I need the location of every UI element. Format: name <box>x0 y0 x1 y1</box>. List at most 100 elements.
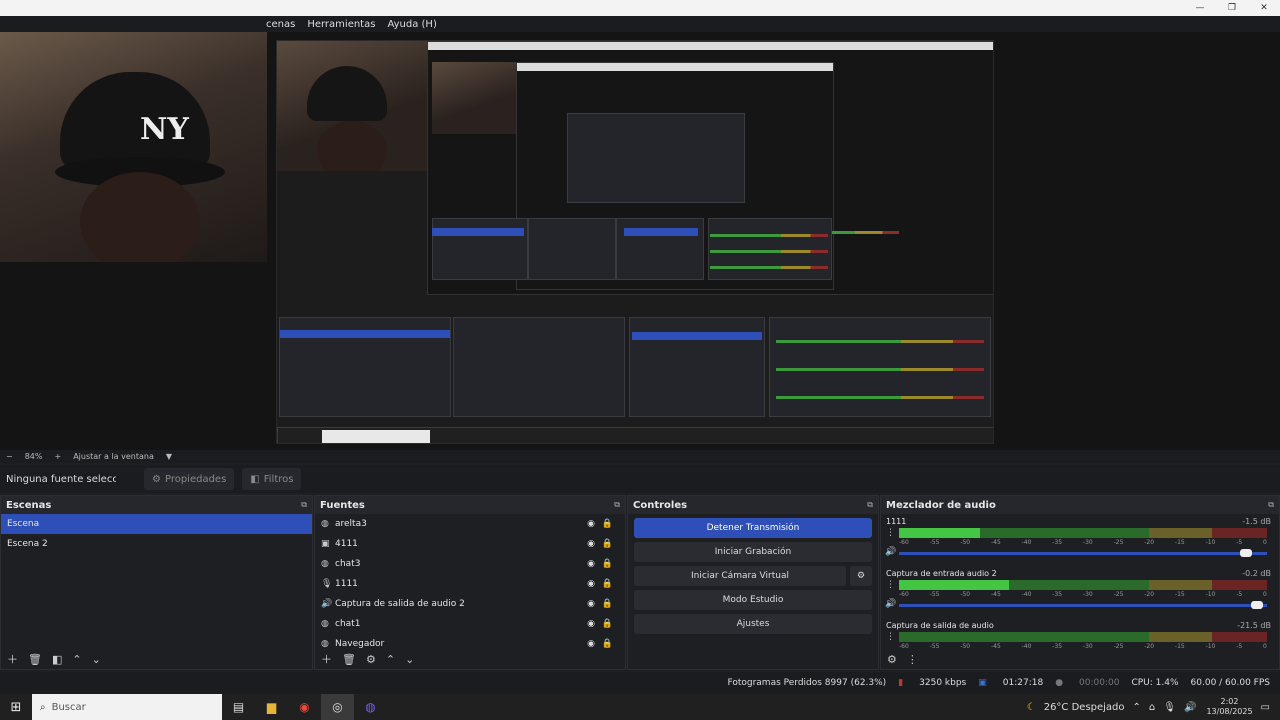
volume-slider[interactable] <box>899 601 1267 609</box>
source-item[interactable]: ▣ 4111 ◉ 🔒 <box>315 534 625 554</box>
chevron-down-icon[interactable]: ⌄ <box>405 653 414 666</box>
eye-icon[interactable]: ◉ <box>587 639 595 649</box>
volume-slider[interactable] <box>899 549 1267 557</box>
windows-start-icon[interactable]: ⊞ <box>0 700 32 715</box>
zoom-out-button[interactable]: − <box>6 452 13 461</box>
mixer-tick: -45 <box>990 591 1001 598</box>
volume-knob[interactable] <box>1251 601 1264 609</box>
eye-icon[interactable]: ◉ <box>587 599 595 609</box>
dropped-frames: Fotogramas Perdidos 8997 (62.3%) <box>727 678 887 688</box>
eye-icon[interactable]: ◉ <box>587 539 595 549</box>
filters-button[interactable]: ◧ Filtros <box>242 468 302 490</box>
trash-icon[interactable]: 🗑 <box>342 653 356 666</box>
eye-icon[interactable]: ◉ <box>587 579 595 589</box>
undock-icon[interactable]: ⧉ <box>614 500 620 510</box>
chrome-icon[interactable]: ◉ <box>288 694 321 720</box>
clock[interactable]: 2:02 13/08/2025 <box>1206 697 1252 717</box>
close-button[interactable]: ✕ <box>1248 0 1280 16</box>
source-item[interactable]: ◍ Navegador ◉ 🔒 <box>315 634 625 649</box>
properties-button[interactable]: ⚙ Propiedades <box>144 468 235 490</box>
menu-help[interactable]: Ayuda (H) <box>387 19 436 30</box>
gear-icon[interactable]: ⚙ <box>366 653 376 666</box>
volume-knob[interactable] <box>1240 549 1253 557</box>
undock-icon[interactable]: ⧉ <box>1268 500 1274 510</box>
scene-item-2[interactable]: Escena 2 <box>1 534 312 554</box>
more-icon[interactable]: ⋮ <box>907 653 918 666</box>
source-item[interactable]: ◍ chat3 ◉ 🔒 <box>315 554 625 574</box>
studio-mode-button[interactable]: Modo Estudio <box>634 590 872 610</box>
speaker-icon[interactable]: 🔊 <box>1184 702 1196 713</box>
virtual-cam-settings-button[interactable]: ⚙ <box>850 566 872 586</box>
lock-icon[interactable]: 🔒 <box>602 599 613 609</box>
mixer-channel: 1111 -1.5 dB ⋮ -60 -55 -50 -45 -40 -35 -30 -25 -20-… <box>881 514 1279 566</box>
more-icon[interactable]: ⋮ <box>886 632 895 642</box>
zoom-bar: − 84% + Ajustar a la ventana ▼ <box>0 450 1280 463</box>
mixer-tick: -35 <box>1052 591 1063 598</box>
controls-dock: Controles ⧉ Detener Transmisión Iniciar … <box>627 495 879 670</box>
trash-icon[interactable]: 🗑 <box>28 653 42 666</box>
file-explorer-icon[interactable]: ▆ <box>255 694 288 720</box>
more-icon[interactable]: ⋮ <box>886 528 895 538</box>
source-item[interactable]: ◍ arelta3 ◉ 🔒 <box>315 514 625 534</box>
source-item[interactable]: 🔊 Captura de salida de audio 2 ◉ 🔒 <box>315 594 625 614</box>
eye-icon[interactable]: ◉ <box>587 559 595 569</box>
source-label: Captura de salida de audio 2 <box>335 599 465 609</box>
notification-icon[interactable]: ▭ <box>1261 702 1270 713</box>
fit-window-label[interactable]: Ajustar a la ventana <box>73 452 154 461</box>
add-icon[interactable]: ＋ <box>7 651 18 667</box>
lock-icon[interactable]: 🔒 <box>602 559 613 569</box>
obs-icon[interactable]: ◎ <box>321 694 354 720</box>
chevron-down-icon[interactable]: ⌄ <box>92 653 101 666</box>
start-virtual-cam-button[interactable]: Iniciar Cámara Virtual <box>634 566 846 586</box>
filter-icon[interactable]: ◧ <box>52 653 62 666</box>
maximize-button[interactable]: ❐ <box>1216 0 1248 16</box>
chevron-up-icon[interactable]: ⌃ <box>1133 702 1141 713</box>
start-recording-button[interactable]: Iniciar Grabación <box>634 542 872 562</box>
sources-list: ◍ arelta3 ◉ 🔒 ▣ 4111 ◉ 🔒 ◍ chat3 ◉ 🔒 🎙 1111 ◉ 🔒 🔊 Captura… <box>315 514 625 649</box>
undock-icon[interactable]: ⧉ <box>301 500 307 510</box>
preview-area[interactable]: NY <box>0 32 1280 450</box>
gear-icon[interactable]: ⚙ <box>887 653 897 666</box>
scene-item-1[interactable]: Escena <box>1 514 312 534</box>
lock-icon[interactable]: 🔒 <box>602 519 613 529</box>
chevron-down-icon[interactable]: ▼ <box>166 452 172 461</box>
zoom-in-button[interactable]: + <box>54 452 61 461</box>
source-item[interactable]: 🎙 1111 ◉ 🔒 <box>315 574 625 594</box>
chevron-up-icon[interactable]: ⌃ <box>386 653 395 666</box>
lock-icon[interactable]: 🔒 <box>602 539 613 549</box>
mixer-tick: -5 <box>1236 539 1243 546</box>
minimize-button[interactable]: — <box>1184 0 1216 16</box>
task-view-icon[interactable]: ▤ <box>222 694 255 720</box>
menu-scenes[interactable]: cenas <box>266 19 295 30</box>
eye-icon[interactable]: ◉ <box>587 619 595 629</box>
speaker-icon[interactable]: 🔊 <box>885 547 896 557</box>
nested-controls <box>629 317 765 417</box>
undock-icon[interactable]: ⧉ <box>867 500 873 510</box>
level-meter <box>899 632 1267 642</box>
lock-icon[interactable]: 🔒 <box>602 639 613 649</box>
add-icon[interactable]: ＋ <box>321 651 332 667</box>
preview-canvas[interactable] <box>276 40 994 444</box>
lock-icon[interactable]: 🔒 <box>602 619 613 629</box>
speaker-icon[interactable]: 🔊 <box>885 599 896 609</box>
lock-icon[interactable]: 🔒 <box>602 579 613 589</box>
taskbar-search[interactable]: ⌕ Buscar <box>32 694 222 720</box>
nested-mixer <box>769 317 991 417</box>
channel-db: -1.5 dB <box>1242 517 1271 526</box>
network-icon[interactable]: ⌂ <box>1149 702 1155 713</box>
mixer-tick: -45 <box>990 539 1001 546</box>
gear-icon: ⚙ <box>152 473 161 485</box>
source-item[interactable]: ◍ chat1 ◉ 🔒 <box>315 614 625 634</box>
moon-icon: ☾ <box>1026 701 1036 713</box>
settings-button[interactable]: Ajustes <box>634 614 872 634</box>
stop-stream-button[interactable]: Detener Transmisión <box>634 518 872 538</box>
record-time: ● 00:00:00 <box>1055 678 1120 688</box>
eye-icon[interactable]: ◉ <box>587 519 595 529</box>
microphone-icon[interactable]: 🎙 <box>1163 702 1176 713</box>
menu-tools[interactable]: Herramientas <box>307 19 375 30</box>
app-icon[interactable]: ◍ <box>354 694 387 720</box>
globe-icon: ◍ <box>321 619 329 629</box>
more-icon[interactable]: ⋮ <box>886 580 895 590</box>
cap-logo: NY <box>140 112 189 147</box>
chevron-up-icon[interactable]: ⌃ <box>72 653 81 666</box>
